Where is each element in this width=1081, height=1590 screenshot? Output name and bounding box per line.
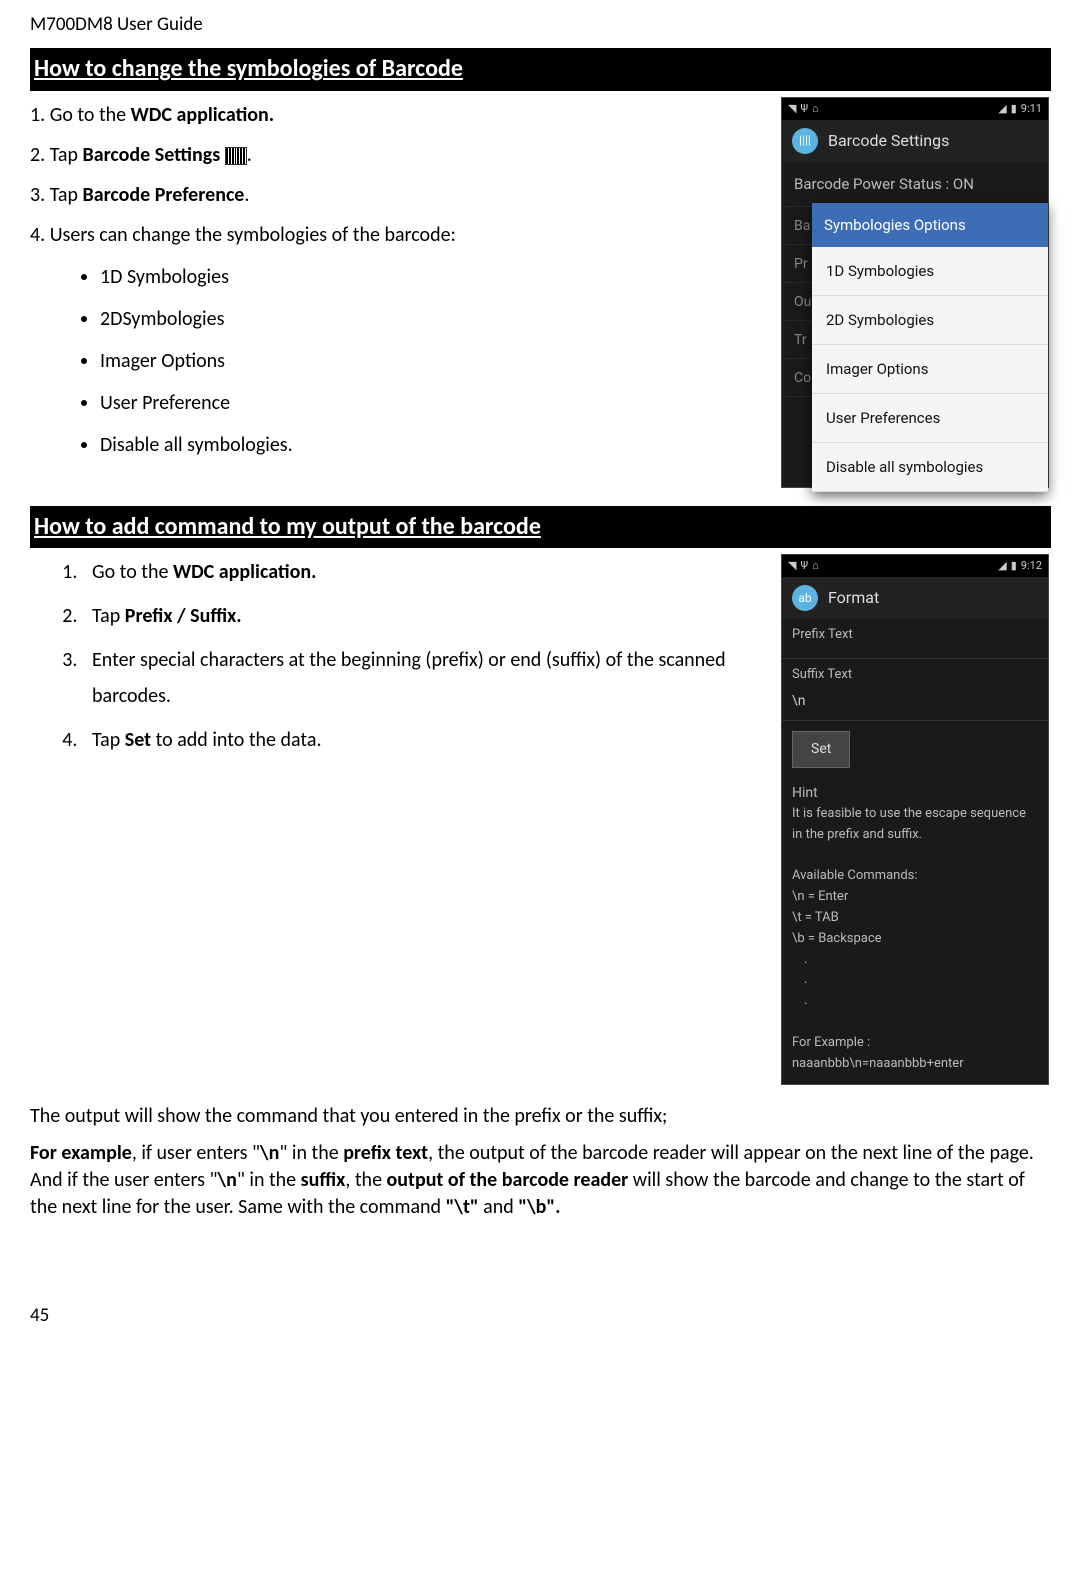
p2-t1: For example — [30, 1141, 132, 1165]
status-bar: ◥ Ψ ⌂ ◢ ▮ 9:12 — [782, 555, 1048, 577]
section1-title: How to change the symbologies of Barcode — [30, 48, 1051, 90]
popup-item[interactable]: Disable all symbologies — [812, 443, 1048, 492]
para-output: The output will show the command that yo… — [30, 1103, 1051, 1130]
status-bar: ◥ Ψ ⌂ ◢ ▮ 9:11 — [782, 98, 1048, 120]
cmd-line: \n = Enter — [792, 887, 1038, 908]
step3-bold: Barcode Preference — [83, 183, 245, 207]
doc-header: M700DM8 User Guide — [30, 10, 1051, 40]
step1-pre: 1. Go to the — [30, 103, 131, 127]
p2-t11: output of the barcode reader — [387, 1168, 629, 1192]
bullet-item: 1D Symbologies — [100, 261, 761, 293]
power-status: Barcode Power Status : ON — [782, 162, 1048, 207]
usb-icon: Ψ — [800, 100, 808, 118]
dot: . — [792, 950, 1038, 971]
set-button[interactable]: Set — [792, 731, 850, 767]
app-title: Format — [828, 585, 879, 611]
bullet-item: Disable all symbologies. — [100, 429, 761, 461]
p2-t7: \n — [217, 1168, 236, 1192]
screenshot-1: ◥ Ψ ⌂ ◢ ▮ 9:11 |||| Barcode Settings Bar… — [781, 97, 1049, 488]
p2-t3: \n — [260, 1141, 279, 1165]
ol2-bold: Prefix / Suffix. — [125, 604, 242, 628]
step2-pre: 2. Tap — [30, 143, 83, 167]
ol-step-1: Go to the WDC application. — [82, 554, 761, 590]
step-2: 2. Tap Barcode Settings . — [30, 137, 761, 173]
cmd-line: \b = Backspace — [792, 929, 1038, 950]
dot: . — [792, 991, 1038, 1012]
app-title: Barcode Settings — [828, 128, 949, 154]
p2-t14: and — [479, 1195, 519, 1219]
example-line: naaanbbb\n=naaanbbb+enter — [792, 1054, 1038, 1075]
battery-icon: ▮ — [1011, 100, 1017, 118]
signal-icon: ◢ — [998, 100, 1006, 118]
app-icon: ab — [792, 585, 818, 611]
prefix-label: Prefix Text — [782, 619, 1048, 648]
prefix-input[interactable] — [782, 648, 1048, 659]
ol1-pre: Go to the — [92, 560, 173, 584]
ol4-pre: Tap — [92, 728, 125, 752]
wifi-icon: ◥ — [788, 100, 796, 118]
battery-icon: ▮ — [1011, 557, 1017, 575]
popup-item[interactable]: 2D Symbologies — [812, 296, 1048, 345]
p2-t4: " in the — [279, 1141, 343, 1165]
step3-post: . — [244, 183, 249, 207]
step2-post: . — [247, 143, 252, 167]
ol2-pre: Tap — [92, 604, 125, 628]
hint-title: Hint — [792, 782, 1038, 804]
step-3: 3. Tap Barcode Preference. — [30, 177, 761, 213]
p2-t13: "\t" — [446, 1195, 479, 1219]
step1-bold: WDC application. — [131, 103, 274, 127]
dot: . — [792, 970, 1038, 991]
app-icon: |||| — [792, 128, 818, 154]
step2-bold: Barcode Settings — [83, 143, 225, 167]
bullet-item: User Preference — [100, 387, 761, 419]
popup-item[interactable]: User Preferences — [812, 394, 1048, 443]
usb-icon: Ψ — [800, 557, 808, 575]
ol4-post: to add into the data. — [151, 728, 321, 752]
signal-icon: ◢ — [998, 557, 1006, 575]
screenshot-2: ◥ Ψ ⌂ ◢ ▮ 9:12 ab Format Prefix Text Suf… — [781, 554, 1049, 1085]
suffix-input[interactable]: \n — [782, 688, 1048, 721]
p2-t2: , if user enters " — [132, 1141, 260, 1165]
clock-text: 9:12 — [1021, 557, 1042, 575]
ol1-bold: WDC application. — [173, 560, 316, 584]
p2-t5: prefix text — [343, 1141, 428, 1165]
step-1: 1. Go to the WDC application. — [30, 97, 761, 133]
popup-title: Symbologies Options — [812, 203, 1048, 247]
bullet-item: 2DSymbologies — [100, 303, 761, 335]
p2-t10: , the — [345, 1168, 386, 1192]
debug-icon: ⌂ — [812, 100, 819, 118]
barcode-icon — [225, 147, 247, 165]
section2-title: How to add command to my output of the b… — [30, 506, 1051, 548]
ol-step-2: Tap Prefix / Suffix. — [82, 598, 761, 634]
suffix-label: Suffix Text — [782, 659, 1048, 688]
clock-text: 9:11 — [1021, 100, 1042, 118]
popup-item[interactable]: 1D Symbologies — [812, 247, 1048, 296]
hint-text: It is feasible to use the escape sequenc… — [792, 804, 1038, 846]
cmd-line: \t = TAB — [792, 908, 1038, 929]
debug-icon: ⌂ — [812, 557, 819, 575]
popup-item[interactable]: Imager Options — [812, 345, 1048, 394]
ol-step-4: Tap Set to add into the data. — [82, 722, 761, 758]
p2-t9: suffix — [301, 1168, 346, 1192]
p2-t15: "\b". — [518, 1195, 560, 1219]
avail-title: Available Commands: — [792, 866, 1038, 887]
ol-step-3: Enter special characters at the beginnin… — [82, 642, 761, 714]
ol4-bold: Set — [125, 728, 151, 752]
para-example: For example, if user enters "\n" in the … — [30, 1140, 1051, 1221]
step-4: 4. Users can change the symbologies of t… — [30, 217, 761, 253]
example-title: For Example : — [792, 1033, 1038, 1054]
step3-pre: 3. Tap — [30, 183, 83, 207]
p2-t8: " in the — [237, 1168, 301, 1192]
page-number: 45 — [30, 1301, 1051, 1331]
bullet-item: Imager Options — [100, 345, 761, 377]
wifi-icon: ◥ — [788, 557, 796, 575]
